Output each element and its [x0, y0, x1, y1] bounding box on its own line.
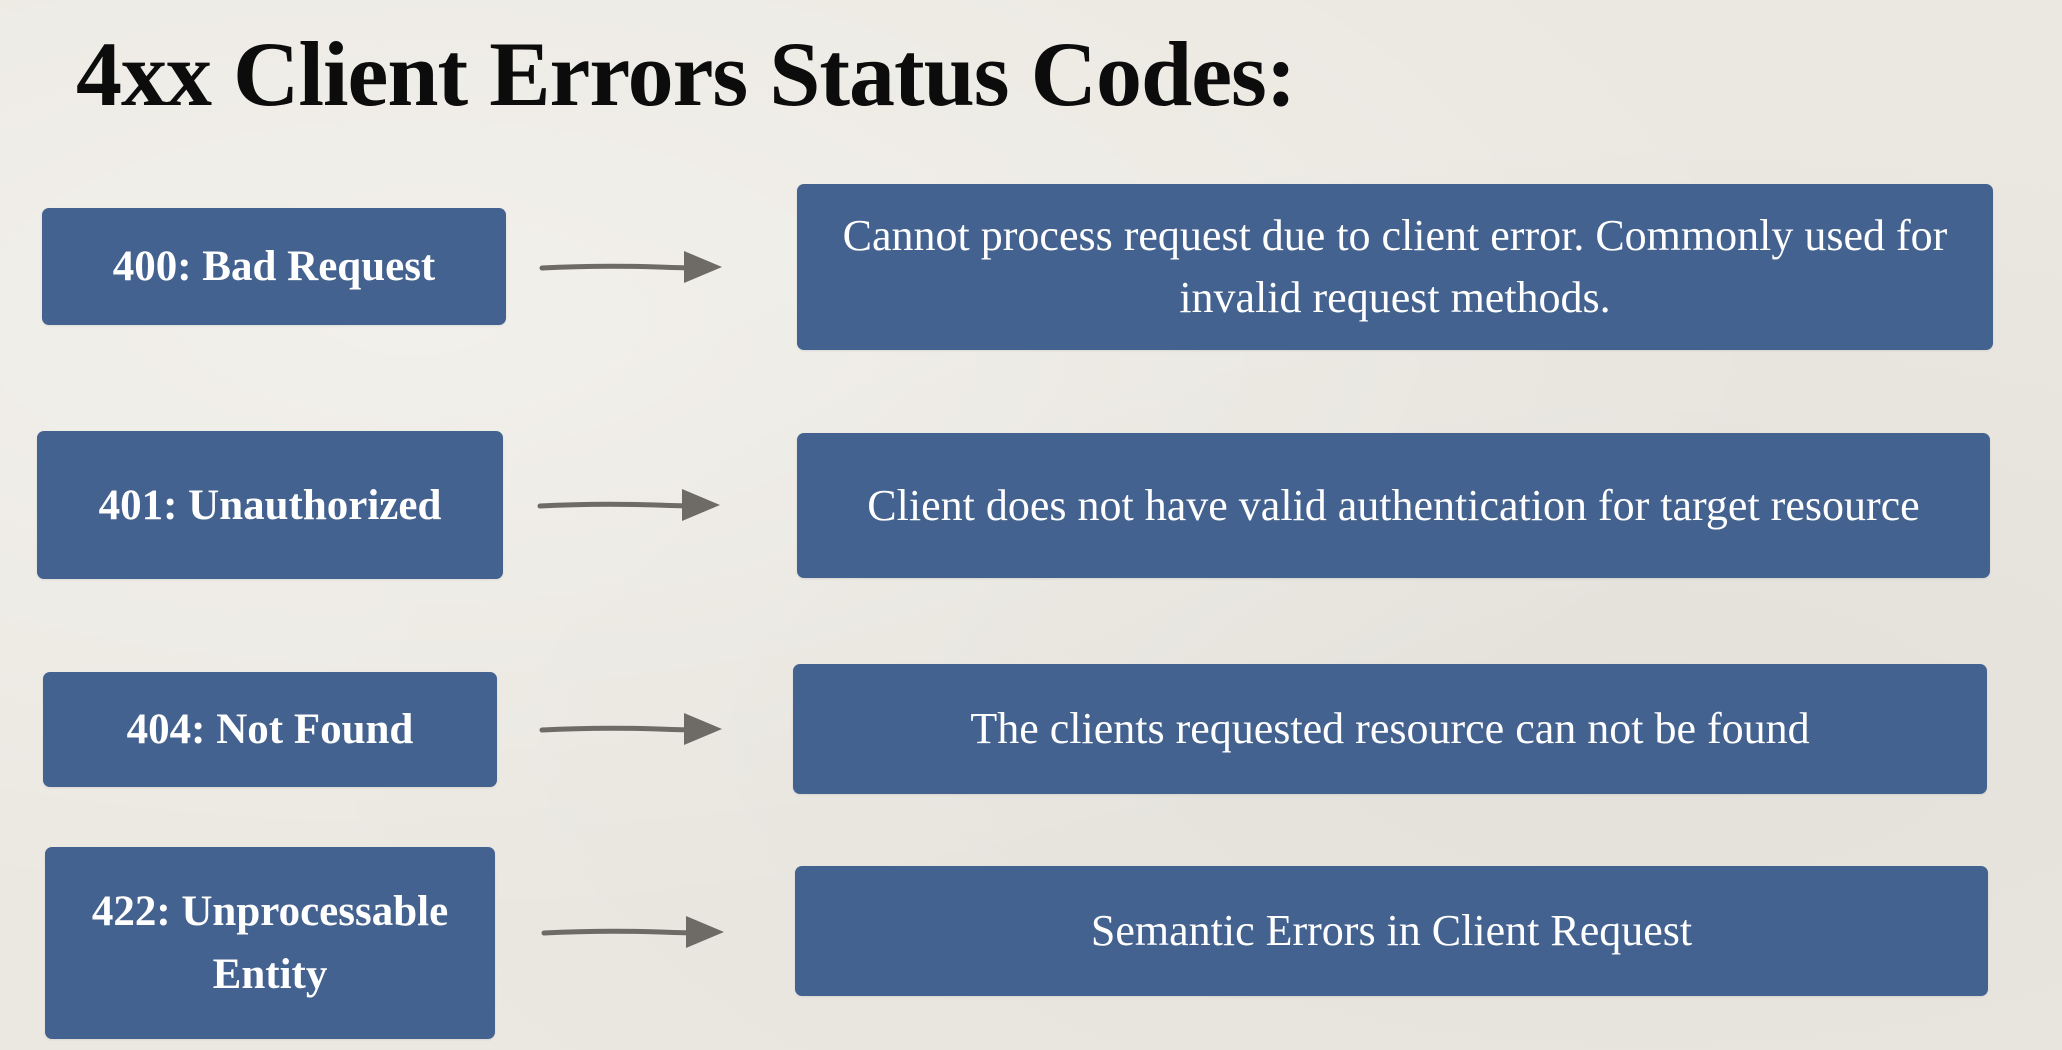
status-description-box: Client does not have valid authenticatio… [797, 433, 1990, 578]
status-description-box: Semantic Errors in Client Request [795, 866, 1988, 996]
status-code-box: 422: Unprocessable Entity [45, 847, 495, 1039]
status-description-box: The clients requested resource can not b… [793, 664, 1987, 794]
right-arrow-icon [541, 916, 724, 948]
page-title: 4xx Client Errors Status Codes: [76, 23, 1296, 125]
status-code-box: 404: Not Found [43, 672, 497, 787]
right-arrow-icon [539, 251, 722, 283]
right-arrow-icon [539, 713, 722, 745]
status-code-box: 400: Bad Request [42, 208, 506, 325]
status-description-box: Cannot process request due to client err… [797, 184, 1993, 350]
right-arrow-icon [537, 489, 720, 521]
status-code-box: 401: Unauthorized [37, 431, 503, 579]
